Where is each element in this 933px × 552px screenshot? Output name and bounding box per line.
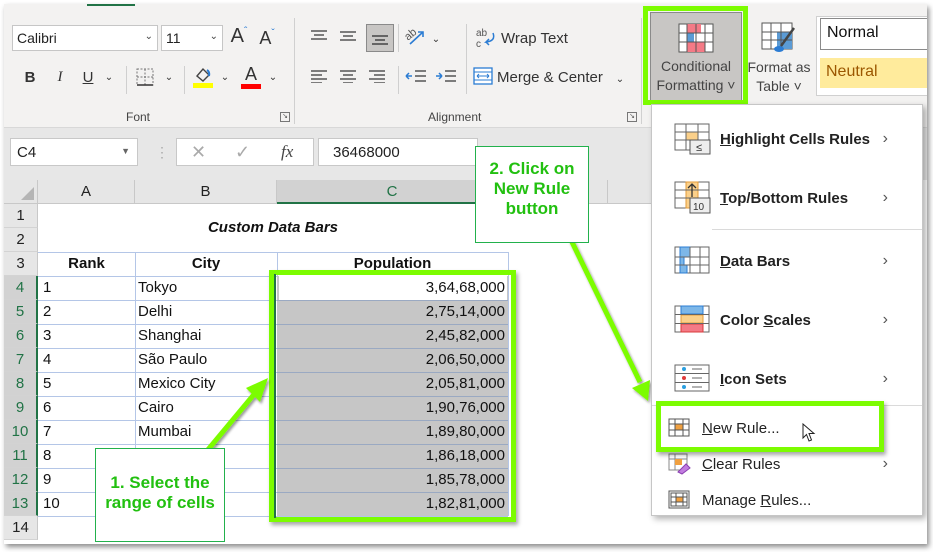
- menu-label: Highlight Cells Rules: [720, 130, 871, 148]
- top-bottom-rules-icon: 10: [674, 181, 712, 215]
- menu-item-color-scales[interactable]: Color Scales ›: [652, 300, 922, 340]
- new-rule-highlight: [656, 401, 884, 452]
- highlight-cells-rules-icon: ≤: [674, 123, 712, 155]
- chevron-right-icon: ›: [882, 455, 888, 472]
- menu-label: Icon Sets: [720, 370, 787, 388]
- menu-label: Data Bars: [720, 252, 791, 270]
- menu-item-highlight-cells-rules[interactable]: ≤ Highlight Cells Rules ›: [652, 119, 922, 159]
- color-scales-icon: [674, 305, 712, 335]
- data-bars-icon: [674, 246, 712, 276]
- callout-step2: 2. Click on New Rule button: [475, 146, 589, 243]
- menu-label: Clear Rules: [702, 455, 781, 473]
- arrow-step2: [568, 238, 650, 401]
- menu-item-manage-rules[interactable]: Manage Rules...: [652, 485, 922, 515]
- callout-step1: 1. Select the range of cells: [95, 448, 225, 542]
- callout-step2-line2: New Rule: [493, 179, 571, 198]
- svg-text:10: 10: [693, 202, 705, 213]
- menu-item-clear-rules[interactable]: Clear Rules ›: [652, 449, 922, 479]
- menu-item-icon-sets[interactable]: Icon Sets ›: [652, 359, 922, 399]
- menu-label: Manage Rules...: [702, 491, 812, 509]
- arrow-step1: [204, 378, 268, 454]
- callout-step2-line3: button: [505, 199, 559, 218]
- chevron-right-icon: ›: [882, 370, 888, 387]
- chevron-right-icon: ›: [882, 189, 888, 206]
- menu-item-data-bars[interactable]: Data Bars ›: [652, 241, 922, 281]
- icon-sets-icon: [674, 364, 712, 394]
- callout-step2-line1: 2. Click on: [489, 159, 575, 178]
- menu-label: Top/Bottom Rules: [720, 189, 849, 207]
- excel-window: Calibri ⌄ 11 ⌄ Aˆ Aˇ B I U ⌄ ⌄ ⌄ A ⌄ Fon…: [4, 4, 927, 544]
- chevron-right-icon: ›: [882, 130, 888, 147]
- manage-rules-icon: [668, 490, 698, 510]
- chevron-right-icon: ›: [882, 252, 888, 269]
- callout-step1-line1: 1. Select the: [110, 473, 210, 492]
- menu-label: Color Scales: [720, 311, 811, 329]
- svg-text:≤: ≤: [696, 142, 702, 154]
- conditional-formatting-menu: ≤ Highlight Cells Rules › 10 Top/Bottom …: [651, 104, 923, 516]
- menu-item-top-bottom-rules[interactable]: 10 Top/Bottom Rules ›: [652, 178, 922, 218]
- menu-separator: [712, 229, 922, 230]
- clear-rules-icon: [668, 453, 698, 475]
- chevron-right-icon: ›: [882, 311, 888, 328]
- callout-step1-line2: range of cells: [105, 493, 215, 512]
